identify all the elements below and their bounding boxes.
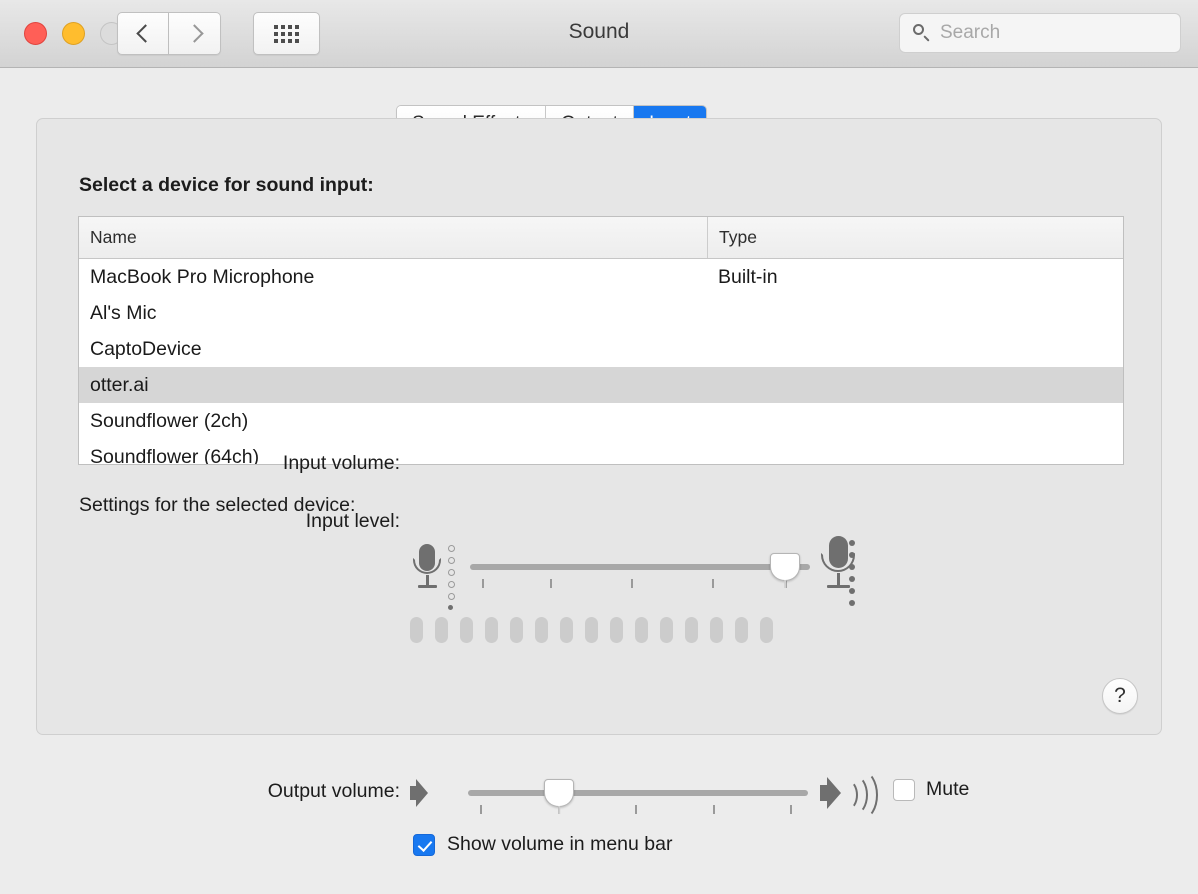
input-level-label: Input level:	[150, 510, 400, 533]
sound-preferences-window: Sound Search Sound Effects Output Input …	[0, 0, 1198, 894]
input-volume-thumb[interactable]	[770, 553, 800, 581]
show-volume-menu-bar-checkbox[interactable]	[413, 834, 435, 856]
input-volume-ticks	[470, 579, 810, 588]
search-icon	[913, 24, 931, 42]
device-type: Built-in	[707, 266, 1123, 289]
table-row[interactable]: Al's Mic	[79, 295, 1123, 331]
device-name: Soundflower (2ch)	[79, 410, 707, 433]
device-name: Al's Mic	[79, 302, 707, 325]
column-header-type[interactable]: Type	[707, 217, 1123, 258]
input-volume-slider[interactable]	[470, 545, 810, 591]
search-placeholder: Search	[940, 22, 1000, 44]
show-volume-menu-bar-label: Show volume in menu bar	[447, 833, 672, 856]
table-row[interactable]: Soundflower (2ch)	[79, 403, 1123, 439]
column-header-name[interactable]: Name	[79, 217, 707, 258]
speaker-quiet-icon	[408, 775, 442, 811]
input-volume-label: Input volume:	[150, 452, 400, 475]
mute-control[interactable]: Mute	[893, 778, 969, 801]
device-table[interactable]: Name Type MacBook Pro Microphone Built-i…	[78, 216, 1124, 465]
mute-label: Mute	[926, 778, 969, 801]
mute-checkbox[interactable]	[893, 779, 915, 801]
output-volume-ticks	[468, 805, 808, 814]
show-volume-menu-bar-control[interactable]: Show volume in menu bar	[413, 833, 672, 856]
panel-heading: Select a device for sound input:	[79, 174, 374, 197]
device-name: MacBook Pro Microphone	[79, 266, 707, 289]
input-level-meter	[410, 617, 773, 643]
table-row[interactable]: MacBook Pro Microphone Built-in	[79, 259, 1123, 295]
device-name: otter.ai	[79, 374, 707, 397]
output-volume-label: Output volume:	[130, 780, 400, 803]
help-button[interactable]: ?	[1102, 678, 1138, 714]
output-volume-track[interactable]	[468, 790, 808, 796]
input-volume-track[interactable]	[470, 564, 810, 570]
table-row[interactable]: CaptoDevice	[79, 331, 1123, 367]
device-name: CaptoDevice	[79, 338, 707, 361]
search-field[interactable]: Search	[899, 13, 1181, 53]
window-titlebar: Sound Search	[0, 0, 1198, 68]
device-table-header: Name Type	[79, 217, 1123, 259]
table-row-selected[interactable]: otter.ai	[79, 367, 1123, 403]
microphone-loud-level-dots-icon	[849, 540, 855, 606]
output-volume-thumb[interactable]	[544, 779, 574, 807]
microphone-quiet-level-dots-icon	[448, 545, 455, 610]
output-volume-slider[interactable]	[468, 775, 808, 821]
microphone-quiet-icon	[410, 542, 446, 594]
speaker-loud-icon	[818, 770, 880, 816]
